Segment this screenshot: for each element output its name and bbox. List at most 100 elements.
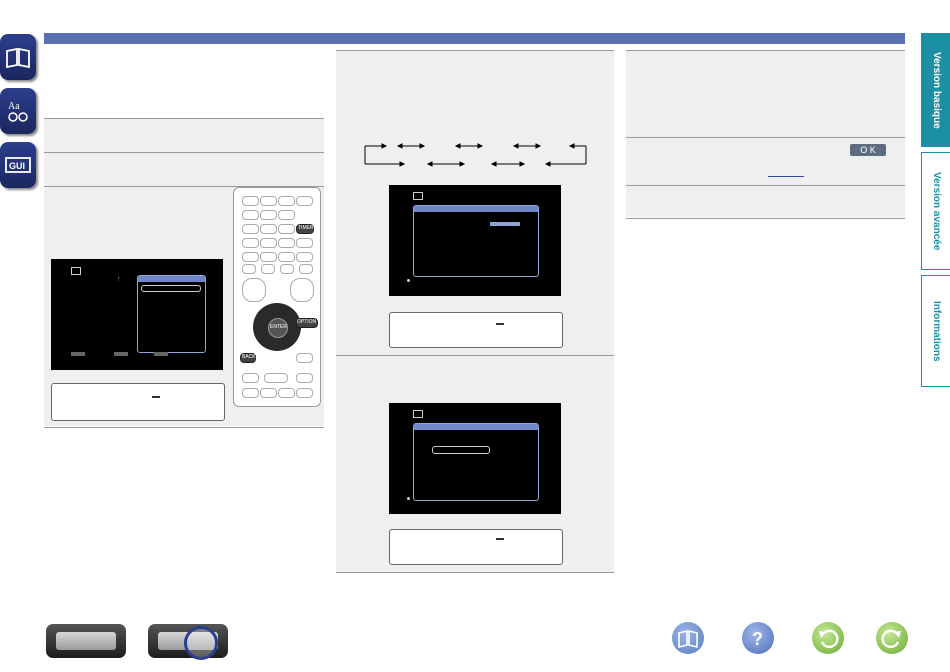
back-button[interactable]: BACK: [240, 353, 256, 363]
remote-button: [242, 210, 259, 220]
menu-panel-header: [138, 276, 205, 282]
back-icon[interactable]: [812, 622, 844, 654]
back-label: BACK: [242, 354, 256, 360]
remote-button: [242, 252, 259, 262]
screen-button: [71, 352, 85, 356]
caption-mark: [496, 323, 504, 325]
ok-button[interactable]: O K: [850, 144, 886, 156]
screen-button: [154, 352, 168, 356]
caption-box: [389, 312, 563, 348]
remote-button: [242, 196, 259, 206]
manual-tab[interactable]: [0, 34, 36, 80]
menu-panel: [413, 423, 539, 501]
gui-icon: GUI: [5, 157, 31, 173]
remote-button: [278, 210, 295, 220]
screen-icon: [71, 267, 81, 275]
remote-button: [242, 224, 259, 234]
remote-button: [278, 238, 295, 248]
step-box: [626, 51, 905, 137]
magnifier-icon: [184, 626, 218, 660]
tab-basic-version[interactable]: Version basique: [921, 33, 950, 147]
screen-icon: [413, 192, 423, 200]
screen-button: [114, 352, 128, 356]
menu-panel: [413, 205, 539, 277]
remote-button: [260, 238, 277, 248]
remote-device-icon[interactable]: [148, 624, 228, 660]
dpad[interactable]: ENTER: [253, 303, 301, 351]
gui-screen-mockup: [389, 403, 561, 514]
remote-number-button: [261, 264, 275, 274]
remote-number-button: [280, 264, 294, 274]
tab-advanced-version[interactable]: Version avancée: [921, 152, 950, 270]
timer-button[interactable]: TIMER: [296, 224, 314, 234]
screen-dot: [407, 497, 410, 500]
screen-icon: [413, 410, 423, 418]
divider: [44, 427, 324, 428]
remote-button: [278, 224, 295, 234]
remote-button: [242, 373, 259, 383]
front-panel-device-icon[interactable]: [46, 624, 126, 658]
remote-button: [296, 353, 313, 363]
tab-info-label: Informations: [931, 300, 942, 362]
remote-button: [296, 388, 313, 398]
header-bar: [44, 33, 905, 44]
menu-selection: [432, 446, 490, 454]
remote-button: [278, 388, 295, 398]
option-button[interactable]: OPTION: [296, 318, 318, 328]
caption-box: [51, 383, 225, 421]
remote-control: TIMER ENTER OPTION BACK: [233, 187, 321, 407]
screen-dot: [407, 279, 410, 282]
enter-button[interactable]: ENTER: [268, 318, 288, 338]
tab-informations[interactable]: Informations: [921, 275, 950, 387]
remote-button: [260, 210, 277, 220]
remote-button: [242, 388, 259, 398]
font-settings-tab[interactable]: Aa: [0, 88, 36, 134]
svg-text:GUI: GUI: [9, 161, 25, 171]
enter-label: ENTER: [270, 324, 287, 330]
menu-panel: [137, 275, 206, 353]
gui-tab[interactable]: GUI: [0, 142, 36, 188]
caption-mark: [152, 396, 160, 398]
divider: [336, 572, 614, 573]
gui-screen-mockup: ↑: [51, 259, 223, 370]
remote-button: [278, 252, 295, 262]
menu-panel-header: [414, 206, 538, 212]
remote-button: [242, 238, 259, 248]
remote-button: [260, 224, 277, 234]
remote-button: [260, 252, 277, 262]
help-icon[interactable]: ?: [742, 622, 774, 654]
remote-button: [278, 196, 295, 206]
step-box: [44, 119, 324, 152]
manual-book-icon: [6, 47, 30, 69]
cursor-arrow-icon: ↑: [117, 276, 121, 283]
remote-button: [296, 196, 313, 206]
tab-basic-label: Version basique: [931, 51, 942, 129]
gui-screen-mockup: [389, 185, 561, 296]
remote-button: [296, 252, 313, 262]
remote-number-button: [242, 264, 256, 274]
manual-book-icon[interactable]: [672, 622, 704, 654]
caption-mark: [496, 538, 504, 540]
font-settings-icon: Aa: [8, 101, 28, 122]
menu-panel-header: [414, 424, 538, 430]
forward-icon[interactable]: [876, 622, 908, 654]
volume-rocker: [242, 278, 266, 302]
remote-button: [264, 373, 288, 383]
step-box: [44, 153, 324, 186]
remote-button: [296, 373, 313, 383]
channel-rocker: [290, 278, 314, 302]
remote-button: [296, 238, 313, 248]
option-label: OPTION: [297, 319, 317, 325]
step-box: [626, 186, 905, 217]
svg-text:Aa: Aa: [8, 101, 20, 112]
tab-advanced-label: Version avancée: [931, 171, 942, 251]
menu-selection: [141, 285, 201, 292]
flow-arrows-diagram: [364, 143, 587, 167]
svg-text:?: ?: [752, 629, 763, 649]
divider: [626, 218, 905, 219]
selected-value-bar: [490, 222, 520, 226]
remote-button: [260, 196, 277, 206]
timer-label: TIMER: [298, 225, 314, 231]
page-link-underline[interactable]: [768, 176, 804, 177]
caption-box: [389, 529, 563, 565]
